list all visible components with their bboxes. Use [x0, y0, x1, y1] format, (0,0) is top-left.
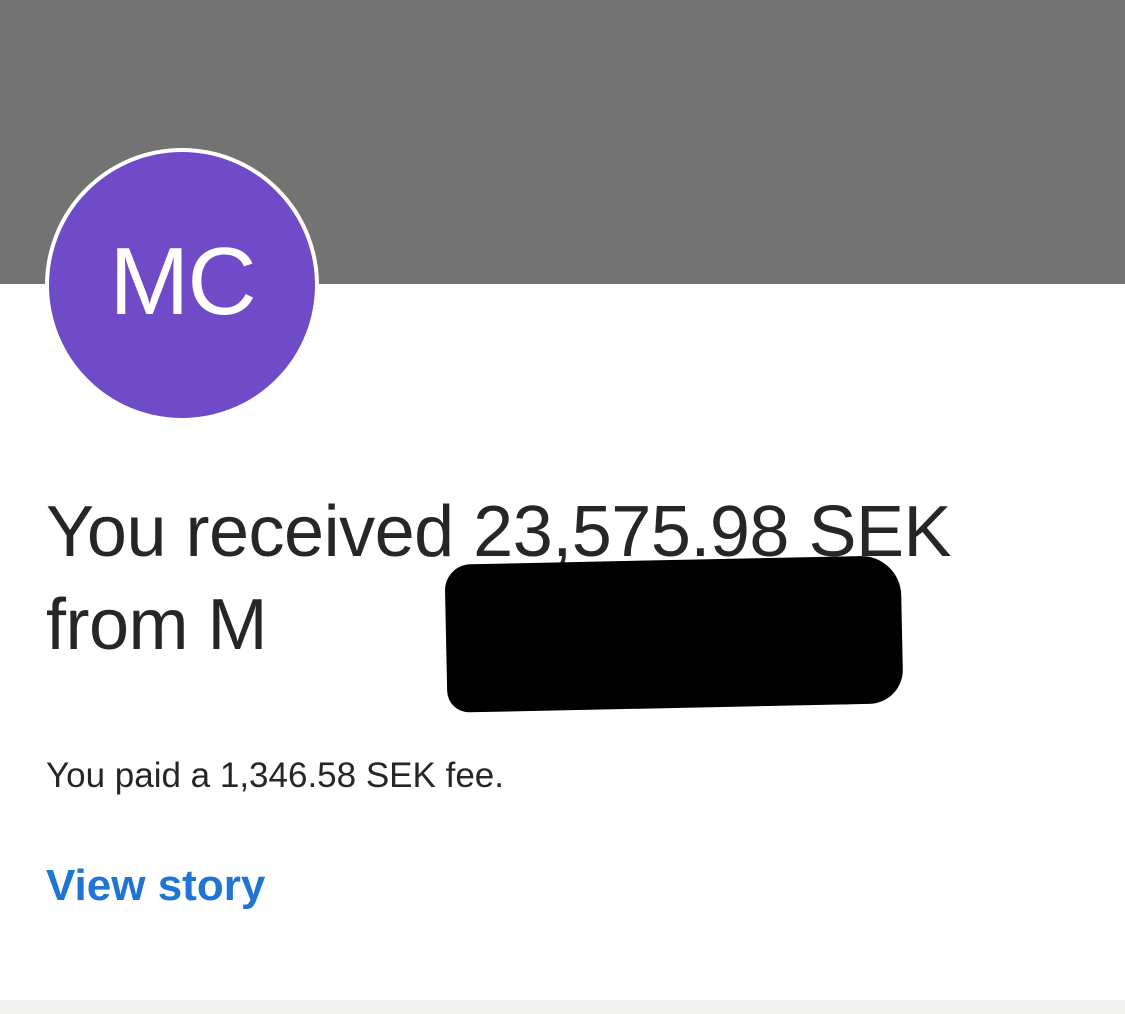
- bottom-divider: [0, 1000, 1125, 1014]
- fee-text: You paid a 1,346.58 SEK fee.: [46, 756, 504, 795]
- avatar-initials: MC: [109, 228, 256, 335]
- avatar: MC: [45, 148, 319, 422]
- redaction-mark-overlay: [469, 587, 891, 705]
- view-story-link[interactable]: View story: [46, 858, 265, 914]
- notification-card: MC You received 23,575.98 SEK from Mu Yo…: [0, 0, 1125, 1014]
